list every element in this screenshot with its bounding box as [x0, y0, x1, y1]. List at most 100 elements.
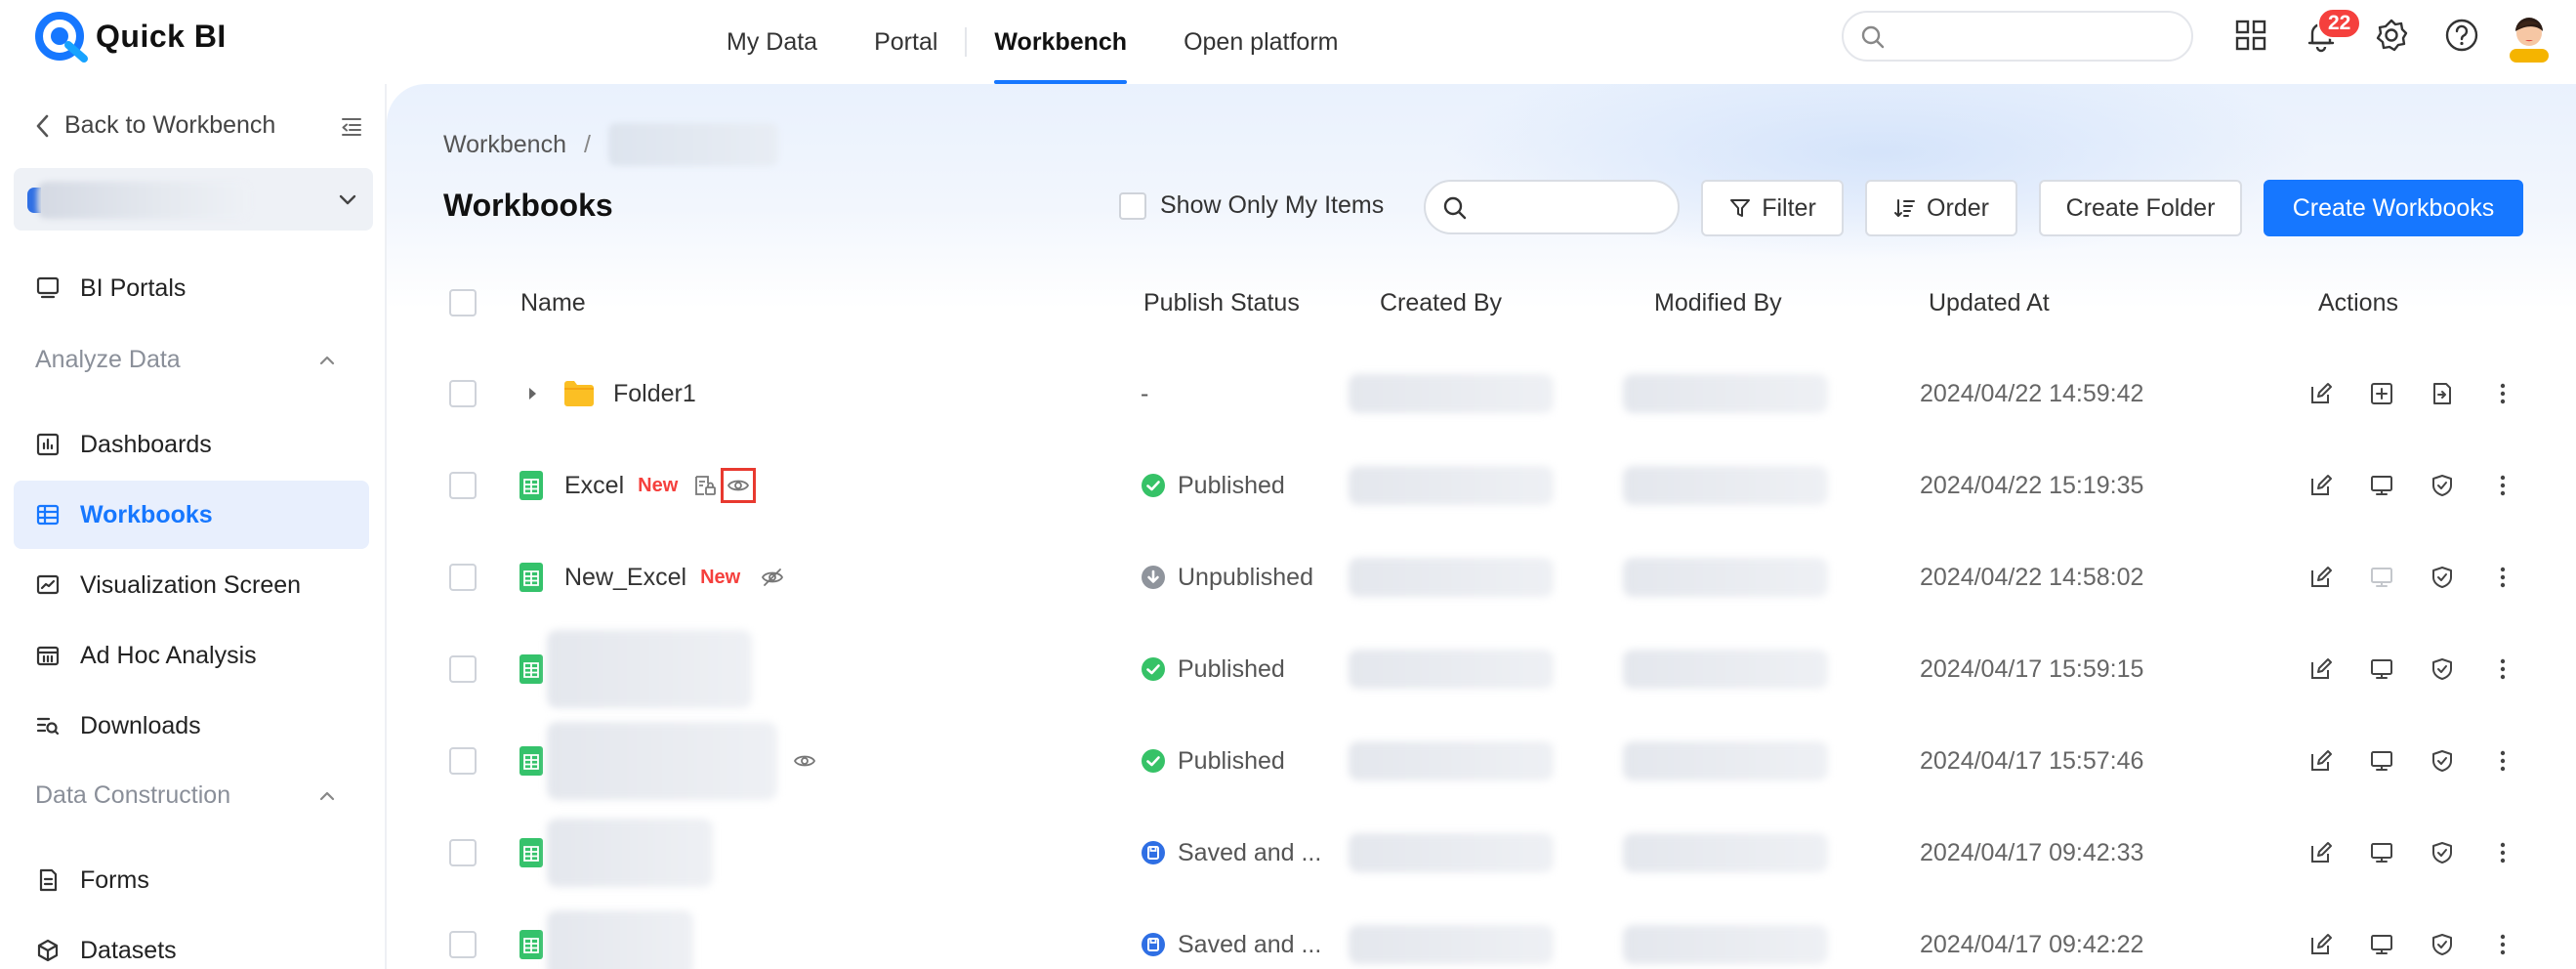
create-folder-label: Create Folder — [2065, 193, 2216, 222]
top-bar: Quick BI My Data Portal Workbench Open p… — [0, 0, 2576, 84]
more-icon[interactable] — [2490, 840, 2515, 865]
row-checkbox[interactable] — [449, 564, 477, 591]
add-box-icon[interactable] — [2369, 381, 2394, 406]
row-created-by-cell — [1349, 531, 1554, 623]
sidebar-item-ad-hoc-analysis[interactable]: Ad Hoc Analysis — [14, 621, 369, 690]
more-icon[interactable] — [2490, 656, 2515, 682]
more-icon[interactable] — [2490, 932, 2515, 957]
show-only-mine-toggle[interactable]: Show Only My Items — [1119, 191, 1384, 220]
publish-screen-icon[interactable] — [2369, 473, 2394, 498]
row-checkbox[interactable] — [449, 931, 477, 958]
sidebar-item-datasets[interactable]: Datasets — [14, 916, 369, 969]
table-row[interactable]: Saved and ... 2024/04/17 09:42:33 — [387, 807, 2576, 899]
topnav-workbench[interactable]: Workbench — [994, 0, 1127, 84]
user-avatar[interactable] — [2506, 12, 2553, 63]
help-icon[interactable] — [2443, 17, 2480, 54]
show-only-mine-checkbox[interactable] — [1119, 191, 1146, 220]
row-checkbox[interactable] — [449, 380, 477, 407]
eye-off-icon[interactable] — [760, 565, 785, 590]
column-header-modified-by[interactable]: Modified By — [1654, 289, 1782, 317]
sidebar-group-analyze-data[interactable]: Analyze Data — [35, 346, 338, 374]
document-lock-icon[interactable] — [693, 474, 717, 497]
table-row[interactable]: Published 2024/04/17 15:59:15 — [387, 623, 2576, 715]
shield-check-icon[interactable] — [2430, 748, 2455, 774]
create-workbooks-label: Create Workbooks — [2292, 193, 2495, 222]
row-name[interactable]: Excel — [564, 472, 624, 500]
create-workbooks-button[interactable]: Create Workbooks — [2264, 180, 2523, 236]
sidebar-item-visualization-screen[interactable]: Visualization Screen — [14, 551, 369, 619]
sidebar-item-bi-portals[interactable]: BI Portals — [14, 254, 369, 322]
shield-check-icon[interactable] — [2430, 565, 2455, 590]
workspace-select[interactable] — [14, 168, 373, 231]
filter-button[interactable]: Filter — [1701, 180, 1844, 236]
more-icon[interactable] — [2490, 565, 2515, 590]
edit-icon[interactable] — [2308, 565, 2334, 590]
move-icon[interactable] — [2430, 381, 2455, 406]
eye-icon[interactable] — [793, 749, 816, 773]
row-status: Published — [1178, 746, 1285, 775]
create-folder-button[interactable]: Create Folder — [2039, 180, 2242, 236]
collapse-sidebar-icon[interactable] — [340, 115, 363, 139]
row-modified-by-cell — [1623, 899, 1828, 969]
sidebar-item-downloads[interactable]: Downloads — [14, 692, 369, 760]
app-logo[interactable]: Quick BI — [33, 10, 227, 63]
order-button[interactable]: Order — [1865, 180, 2017, 236]
shield-check-icon[interactable] — [2430, 840, 2455, 865]
more-icon[interactable] — [2490, 748, 2515, 774]
app-grid-icon[interactable] — [2232, 17, 2269, 54]
row-name[interactable]: New_Excel — [564, 564, 686, 592]
edit-icon[interactable] — [2308, 932, 2334, 957]
publish-screen-icon[interactable] — [2369, 748, 2394, 774]
form-icon — [39, 868, 58, 892]
sidebar-item-label: Dashboards — [80, 430, 212, 458]
more-icon[interactable] — [2490, 473, 2515, 498]
row-status-cell: Published — [1141, 715, 1285, 807]
sidebar-item-workbooks[interactable]: Workbooks — [14, 481, 369, 549]
edit-icon[interactable] — [2308, 656, 2334, 682]
caret-right-icon[interactable] — [523, 385, 541, 402]
table-row[interactable]: Folder1 - 2024/04/22 14:59:42 — [387, 348, 2576, 440]
back-to-workbench-link[interactable]: Back to Workbench — [35, 111, 275, 140]
table-row[interactable]: Excel New Published 2024/04/22 15:19:35 — [387, 440, 2576, 531]
shield-check-icon[interactable] — [2430, 473, 2455, 498]
edit-icon[interactable] — [2308, 473, 2334, 498]
topnav-portal[interactable]: Portal — [874, 0, 937, 84]
row-checkbox[interactable] — [449, 655, 477, 683]
row-name[interactable]: Folder1 — [613, 380, 696, 408]
row-status-cell: Published — [1141, 440, 1285, 531]
column-header-name[interactable]: Name — [520, 289, 586, 317]
edit-icon[interactable] — [2308, 840, 2334, 865]
table-row[interactable]: New_Excel New Unpublished 2024/04/22 14:… — [387, 531, 2576, 623]
topnav-my-data[interactable]: My Data — [727, 0, 817, 84]
row-checkbox[interactable] — [449, 839, 477, 866]
table-row[interactable]: Published 2024/04/17 15:57:46 — [387, 715, 2576, 807]
eye-icon[interactable] — [727, 474, 750, 497]
row-checkbox[interactable] — [449, 472, 477, 499]
select-all-checkbox[interactable] — [449, 289, 477, 316]
shield-check-icon[interactable] — [2430, 656, 2455, 682]
table-row[interactable]: Saved and ... 2024/04/17 09:42:22 — [387, 899, 2576, 969]
sidebar-item-dashboards[interactable]: Dashboards — [14, 410, 369, 479]
edit-icon[interactable] — [2308, 381, 2334, 406]
column-header-publish-status[interactable]: Publish Status — [1143, 289, 1300, 317]
column-header-updated-at[interactable]: Updated At — [1929, 289, 2050, 317]
publish-screen-icon[interactable] — [2369, 840, 2394, 865]
topnav-open-platform[interactable]: Open platform — [1184, 0, 1338, 84]
sidebar-item-label: Visualization Screen — [80, 570, 302, 599]
sidebar-item-forms[interactable]: Forms — [14, 846, 369, 914]
column-header-created-by[interactable]: Created By — [1380, 289, 1502, 317]
workbook-search-input[interactable] — [1424, 180, 1680, 234]
publish-screen-icon[interactable] — [2369, 656, 2394, 682]
gear-icon[interactable] — [2373, 17, 2410, 54]
global-search-input[interactable] — [1842, 11, 2193, 62]
visible-toggle-highlight[interactable] — [721, 468, 757, 503]
row-checkbox[interactable] — [449, 747, 477, 775]
row-name-cell — [519, 899, 693, 969]
more-icon[interactable] — [2490, 381, 2515, 406]
row-modified-by-cell — [1623, 348, 1828, 440]
breadcrumb-workbench[interactable]: Workbench — [443, 131, 566, 159]
edit-icon[interactable] — [2308, 748, 2334, 774]
shield-check-icon[interactable] — [2430, 932, 2455, 957]
publish-screen-icon[interactable] — [2369, 932, 2394, 957]
sidebar-group-data-construction[interactable]: Data Construction — [35, 781, 338, 810]
